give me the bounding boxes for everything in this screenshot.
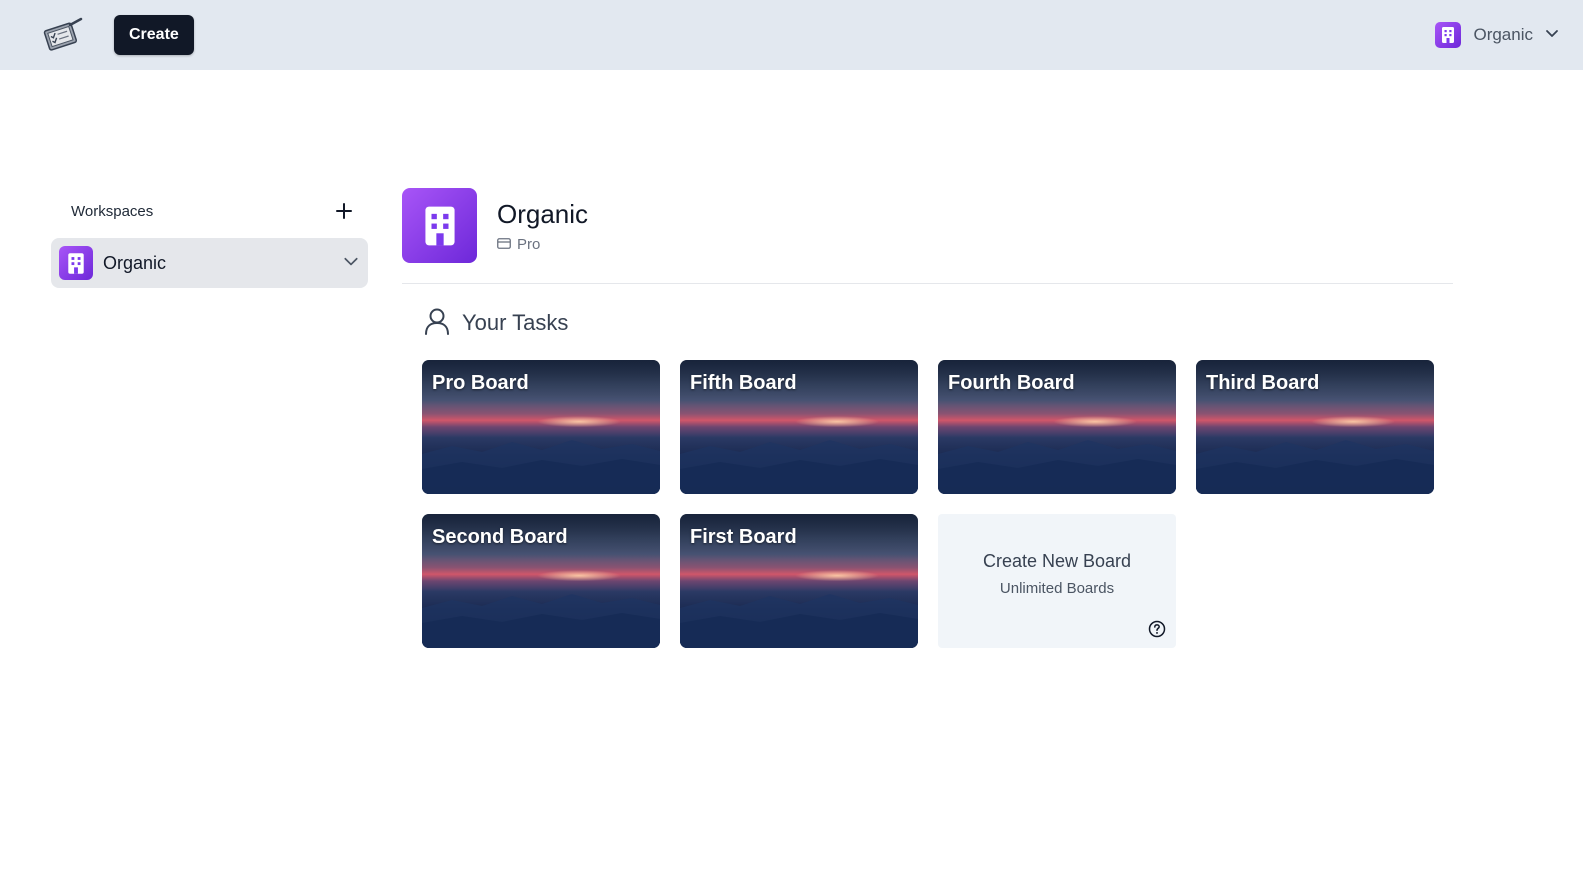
board-card[interactable]: Fifth Board (680, 360, 918, 494)
board-title: Fourth Board (948, 372, 1075, 394)
plan-label: Pro (517, 236, 541, 253)
create-new-board-subtitle: Unlimited Boards (999, 580, 1115, 597)
sidebar: Workspaces Organic (51, 196, 368, 288)
workspace-switcher[interactable]: Organic (1435, 22, 1559, 48)
main-content: Organic Pro Your Tasks Pro Board Fifth B… (402, 188, 1453, 648)
chevron-down-icon (1545, 25, 1559, 45)
board-title: First Board (690, 526, 797, 548)
board-card[interactable]: Pro Board (422, 360, 660, 494)
plan-badge: Pro (497, 236, 588, 253)
sidebar-item-label: Organic (103, 252, 167, 273)
chevron-down-icon[interactable] (343, 253, 359, 274)
board-title: Fifth Board (690, 372, 797, 394)
sidebar-header: Workspaces (51, 196, 368, 226)
page-title: Organic (497, 199, 589, 229)
divider (402, 283, 1453, 284)
building-icon (402, 188, 477, 263)
sidebar-item-organic[interactable]: Organic (51, 238, 368, 288)
sidebar-title: Workspaces (71, 202, 154, 220)
create-new-board-title: Create New Board (982, 551, 1132, 571)
checklist-clipboard-icon[interactable] (40, 17, 84, 53)
org-header: Organic Pro (402, 188, 1453, 263)
credit-card-icon (497, 236, 511, 253)
question-circle-icon[interactable] (1148, 620, 1166, 638)
building-icon (59, 246, 93, 280)
board-grid: Pro Board Fifth Board Fourth Board Third… (422, 360, 1453, 648)
user-icon (424, 307, 450, 340)
tasks-header: Your Tasks (424, 308, 1453, 338)
building-icon (1435, 22, 1462, 48)
board-card[interactable]: Third Board (1196, 360, 1434, 494)
board-title: Third Board (1206, 372, 1320, 394)
board-card[interactable]: Fourth Board (938, 360, 1176, 494)
tasks-title: Your Tasks (462, 310, 569, 335)
workspace-switcher-label: Organic (1473, 25, 1533, 44)
board-card[interactable]: Second Board (422, 514, 660, 648)
board-title: Pro Board (432, 372, 529, 394)
board-title: Second Board (432, 526, 568, 548)
org-meta: Organic Pro (497, 198, 588, 253)
board-card[interactable]: First Board (680, 514, 918, 648)
top-bar: Create Organic (0, 0, 1583, 70)
create-new-board-card[interactable]: Create New Board Unlimited Boards (938, 514, 1176, 648)
create-button[interactable]: Create (114, 15, 194, 55)
plus-icon[interactable] (332, 199, 356, 223)
